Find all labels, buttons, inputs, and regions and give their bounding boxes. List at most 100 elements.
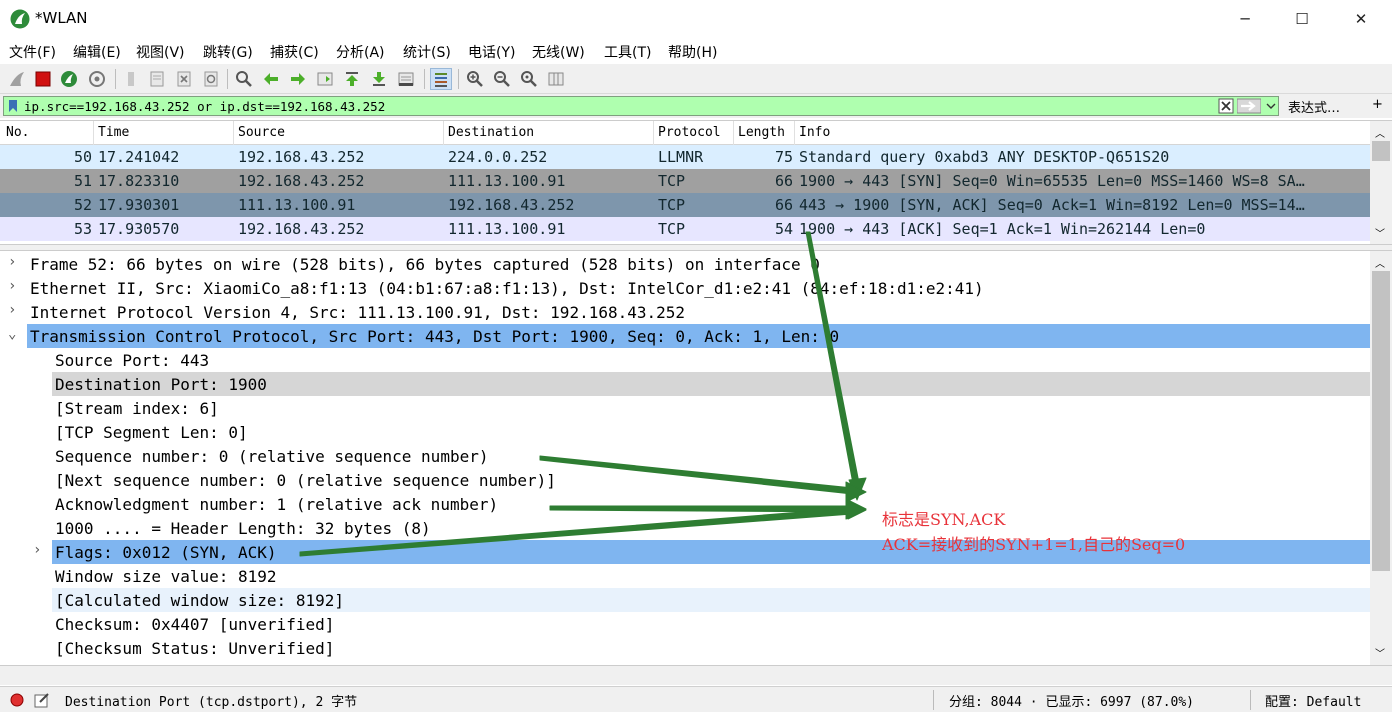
scroll-up-icon[interactable]: ︿ (1375, 125, 1385, 140)
packet-row[interactable]: 52 17.930301 111.13.100.91 192.168.43.252 TC… (0, 193, 1370, 217)
first-packet-icon[interactable] (341, 68, 363, 90)
col-source[interactable]: Source (238, 125, 285, 140)
packet-cell-info: 1900 → 443 [ACK] Seq=1 Ack=1 Win=262144 … (799, 220, 1206, 238)
stop-capture-icon[interactable] (32, 68, 54, 90)
apply-filter-icon[interactable] (1237, 98, 1261, 114)
chevron-down-icon[interactable] (1265, 100, 1277, 112)
pane-splitter[interactable] (0, 244, 1392, 251)
maximize-button[interactable]: ☐ (1279, 0, 1325, 38)
packet-cell-protocol: LLMNR (658, 148, 704, 166)
packet-row[interactable]: 51 17.823310 192.168.43.252 111.13.100.91 TC… (0, 169, 1370, 193)
menu-telephony[interactable]: 电话(Y) (468, 42, 515, 62)
detail-row[interactable]: Window size value: 8192 (0, 564, 1370, 588)
expert-info-icon[interactable] (10, 693, 24, 707)
packet-row[interactable]: 53 17.930570 192.168.43.252 111.13.100.91 TC… (0, 217, 1370, 241)
detail-text: [Checksum Status: Unverified] (55, 639, 335, 658)
close-button[interactable]: ✕ (1338, 0, 1384, 38)
col-time[interactable]: Time (98, 125, 129, 140)
detail-row[interactable]: Checksum: 0x4407 [unverified] (0, 612, 1370, 636)
scroll-down-icon[interactable]: ﹀ (1375, 225, 1385, 240)
wireshark-logo-icon (10, 9, 30, 29)
packet-cell-destination: 111.13.100.91 (448, 220, 566, 238)
details-scrollbar[interactable]: ︿ ﹀ (1370, 251, 1392, 665)
minimize-button[interactable]: ─ (1222, 0, 1268, 38)
detail-row[interactable]: [Stream index: 6] (0, 396, 1370, 420)
go-to-packet-icon[interactable] (314, 68, 336, 90)
filter-input[interactable] (24, 98, 1204, 114)
packet-list: No. Time Source Destination Protocol Len… (0, 120, 1392, 245)
menu-capture[interactable]: 捕获(C) (270, 42, 319, 62)
packet-cell-source: 192.168.43.252 (238, 172, 365, 190)
colorize-icon[interactable] (430, 68, 452, 90)
col-length[interactable]: Length (738, 125, 785, 140)
menu-file[interactable]: 文件(F) (9, 42, 56, 62)
collapsed-chevron-icon[interactable]: › (8, 278, 16, 294)
col-protocol[interactable]: Protocol (658, 125, 721, 140)
menu-tools[interactable]: 工具(T) (604, 42, 651, 62)
close-file-icon[interactable] (173, 68, 195, 90)
detail-row[interactable]: Acknowledgment number: 1 (relative ack n… (0, 492, 1370, 516)
detail-row[interactable]: ⌄ Transmission Control Protocol, Src Port… (0, 324, 1370, 348)
detail-row[interactable]: › Frame 52: 66 bytes on wire (528 bits), … (0, 252, 1370, 276)
reload-file-icon[interactable] (200, 68, 222, 90)
detail-row[interactable]: [TCP Segment Len: 0] (0, 420, 1370, 444)
scroll-thumb[interactable] (1372, 141, 1390, 161)
zoom-out-icon[interactable] (491, 68, 513, 90)
menu-help[interactable]: 帮助(H) (668, 42, 717, 62)
save-file-icon[interactable] (146, 68, 168, 90)
col-no[interactable]: No. (6, 125, 29, 140)
display-filter-field[interactable] (3, 96, 1279, 116)
profile-label[interactable]: 配置: Default (1265, 691, 1361, 710)
menu-statistics[interactable]: 统计(S) (403, 42, 451, 62)
detail-row[interactable]: Destination Port: 1900 (0, 372, 1370, 396)
capture-options-icon[interactable] (86, 68, 108, 90)
restart-capture-icon[interactable] (58, 68, 80, 90)
go-forward-icon[interactable] (287, 68, 309, 90)
packet-row[interactable]: 50 17.241042 192.168.43.252 224.0.0.252 LLMN… (0, 145, 1370, 169)
scroll-down-icon[interactable]: ﹀ (1375, 645, 1385, 660)
detail-row[interactable]: [Calculated window size: 8192] (0, 588, 1370, 612)
go-back-icon[interactable] (260, 68, 282, 90)
edit-comment-icon[interactable] (34, 692, 50, 708)
normal-size-icon[interactable] (518, 68, 540, 90)
detail-row[interactable]: › Ethernet II, Src: XiaomiCo_a8:f1:13 (04… (0, 276, 1370, 300)
annotation-ack: ACK=接收到的SYN+1=1,自己的Seq=0 (882, 535, 1186, 554)
collapsed-chevron-icon[interactable]: › (33, 542, 41, 558)
add-filter-button[interactable]: + (1372, 97, 1383, 112)
scroll-thumb[interactable] (1372, 271, 1390, 571)
col-info[interactable]: Info (799, 125, 830, 140)
shark-fin-start-icon[interactable] (6, 68, 28, 90)
bookmark-icon[interactable] (8, 99, 18, 113)
resize-columns-icon[interactable] (545, 68, 567, 90)
collapsed-chevron-icon[interactable]: › (8, 254, 16, 270)
find-packet-icon[interactable] (233, 68, 255, 90)
collapsed-chevron-icon[interactable]: › (8, 302, 16, 318)
expanded-chevron-icon[interactable]: ⌄ (8, 326, 16, 342)
packet-cell-time: 17.930301 (98, 196, 180, 214)
packet-cell-no: 51 (73, 172, 92, 190)
detail-text: Destination Port: 1900 (55, 375, 267, 394)
packet-list-scrollbar[interactable]: ︿ ﹀ (1370, 121, 1392, 245)
clear-filter-icon[interactable] (1218, 98, 1234, 114)
auto-scroll-icon[interactable] (395, 68, 417, 90)
packet-details: › Frame 52: 66 bytes on wire (528 bits), … (0, 251, 1392, 665)
menu-analyze[interactable]: 分析(A) (336, 42, 385, 62)
col-destination[interactable]: Destination (448, 125, 534, 140)
packet-cell-destination: 224.0.0.252 (448, 148, 548, 166)
menu-view[interactable]: 视图(V) (136, 42, 185, 62)
menu-edit[interactable]: 编辑(E) (73, 42, 121, 62)
detail-row[interactable]: [Next sequence number: 0 (relative seque… (0, 468, 1370, 492)
scroll-up-icon[interactable]: ︿ (1375, 255, 1385, 270)
detail-row[interactable]: Source Port: 443 (0, 348, 1370, 372)
menu-wireless[interactable]: 无线(W) (532, 42, 585, 62)
zoom-in-icon[interactable] (464, 68, 486, 90)
open-file-icon[interactable] (120, 68, 142, 90)
menu-go[interactable]: 跳转(G) (203, 42, 253, 62)
expression-button[interactable]: 表达式… (1288, 97, 1340, 116)
detail-row[interactable]: Sequence number: 0 (relative sequence nu… (0, 444, 1370, 468)
detail-row[interactable]: › Internet Protocol Version 4, Src: 111.1… (0, 300, 1370, 324)
detail-row[interactable]: [Checksum Status: Unverified] (0, 636, 1370, 660)
menu-bar: 文件(F) 编辑(E) 视图(V) 跳转(G) 捕获(C) 分析(A) 统计(S… (0, 38, 1392, 64)
last-packet-icon[interactable] (368, 68, 390, 90)
detail-text: Internet Protocol Version 4, Src: 111.13… (30, 303, 686, 322)
